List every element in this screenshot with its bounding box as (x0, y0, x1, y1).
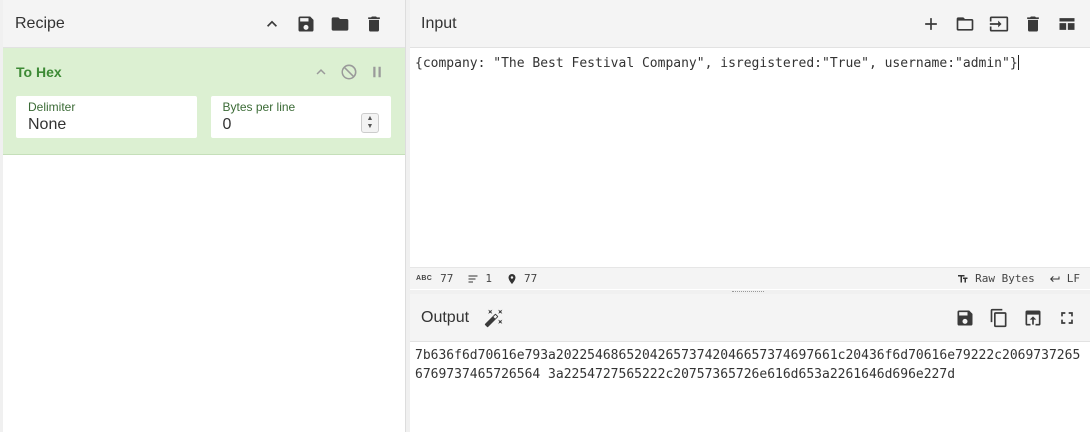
pause-icon (373, 66, 381, 78)
trash-icon (1027, 16, 1039, 31)
output-pane: Output 7b636f6d70616e793a202254686520426… (410, 294, 1090, 432)
open-file-button[interactable] (948, 7, 982, 41)
input-title: Input (421, 14, 457, 32)
delimiter-value[interactable]: None (28, 116, 185, 134)
folder-icon (331, 16, 349, 31)
open-folder-button[interactable] (982, 7, 1016, 41)
input-header: Input (410, 0, 1090, 48)
output-header: Output (410, 294, 1090, 342)
layout-icon (1059, 17, 1075, 30)
input-pane: Input {company: "The Best Festival Compa… (410, 0, 1090, 290)
magic-button[interactable] (477, 301, 511, 335)
collapse-operation-button[interactable] (307, 58, 335, 86)
reset-layout-button[interactable] (1050, 7, 1084, 41)
copy-output-button[interactable] (982, 301, 1016, 335)
bytes-per-line-value[interactable]: 0 (223, 116, 380, 134)
location-pin-icon (508, 273, 516, 284)
input-statusbar: ABC 77 1 77 Raw Bytes LF (410, 267, 1090, 289)
return-arrow-icon (1049, 275, 1060, 282)
magic-wand-icon (484, 309, 503, 327)
copy-icon (990, 308, 1007, 327)
output-title: Output (421, 308, 470, 326)
replace-input-icon (1025, 310, 1041, 325)
clear-input-button[interactable] (1016, 7, 1050, 41)
add-input-tab-button[interactable] (914, 7, 948, 41)
save-icon (298, 16, 314, 31)
recipe-pane: Recipe To Hex Delimiter None Bytes per l… (0, 0, 406, 432)
position-value: 77 (523, 272, 538, 285)
load-recipe-button[interactable] (323, 7, 357, 41)
recipe-header: Recipe (3, 0, 405, 48)
operation-name: To Hex (16, 64, 62, 80)
text-caret (1017, 55, 1019, 70)
pause-operation-button[interactable] (363, 58, 391, 86)
lines-stat: 1 (467, 272, 492, 285)
operation-to-hex[interactable]: To Hex Delimiter None Bytes per line 0 ▲… (3, 48, 405, 155)
encoding-value: Raw Bytes (975, 272, 1035, 285)
import-icon (989, 16, 1009, 31)
trash-icon (368, 16, 380, 31)
save-output-button[interactable] (948, 301, 982, 335)
clear-recipe-button[interactable] (357, 7, 391, 41)
number-spinner[interactable]: ▲ ▼ (361, 113, 379, 133)
chevron-up-icon (267, 20, 277, 27)
input-text: {company: "The Best Festival Company", i… (415, 56, 1018, 71)
output-textarea[interactable]: 7b636f6d70616e793a2022546865204265737420… (410, 342, 1090, 388)
disable-operation-button[interactable] (335, 58, 363, 86)
save-icon (957, 310, 973, 325)
encoding-stat[interactable]: Raw Bytes (957, 272, 1035, 285)
recipe-title: Recipe (15, 14, 65, 32)
abc-icon: ABC (416, 275, 433, 282)
maximise-output-button[interactable] (1050, 301, 1084, 335)
replace-input-button[interactable] (1016, 301, 1050, 335)
collapse-recipe-button[interactable] (255, 7, 289, 41)
fullscreen-icon (1061, 311, 1073, 324)
lines-icon (468, 275, 478, 282)
plus-icon (925, 17, 937, 30)
text-format-icon (958, 274, 968, 282)
spin-up-icon[interactable]: ▲ (367, 115, 374, 123)
eol-value: LF (1066, 272, 1080, 285)
bytes-per-line-field[interactable]: Bytes per line 0 ▲ ▼ (210, 96, 391, 138)
position-stat: 77 (506, 272, 537, 285)
folder-open-icon (956, 16, 974, 31)
delimiter-field[interactable]: Delimiter None (16, 96, 197, 138)
disable-icon (341, 64, 357, 80)
length-value: 77 (440, 272, 454, 285)
bytes-per-line-label: Bytes per line (222, 100, 296, 114)
output-text: 7b636f6d70616e793a2022546865204265737420… (415, 348, 1081, 382)
input-textarea[interactable]: {company: "The Best Festival Company", i… (410, 48, 1090, 267)
delimiter-label: Delimiter (28, 100, 76, 114)
eol-stat[interactable]: LF (1049, 272, 1080, 285)
save-recipe-button[interactable] (289, 7, 323, 41)
length-stat: ABC 77 (416, 272, 453, 285)
splitter-grip[interactable] (732, 291, 764, 293)
lines-value: 1 (485, 272, 492, 285)
chevron-up-icon (316, 69, 326, 75)
spin-down-icon[interactable]: ▼ (367, 123, 374, 131)
